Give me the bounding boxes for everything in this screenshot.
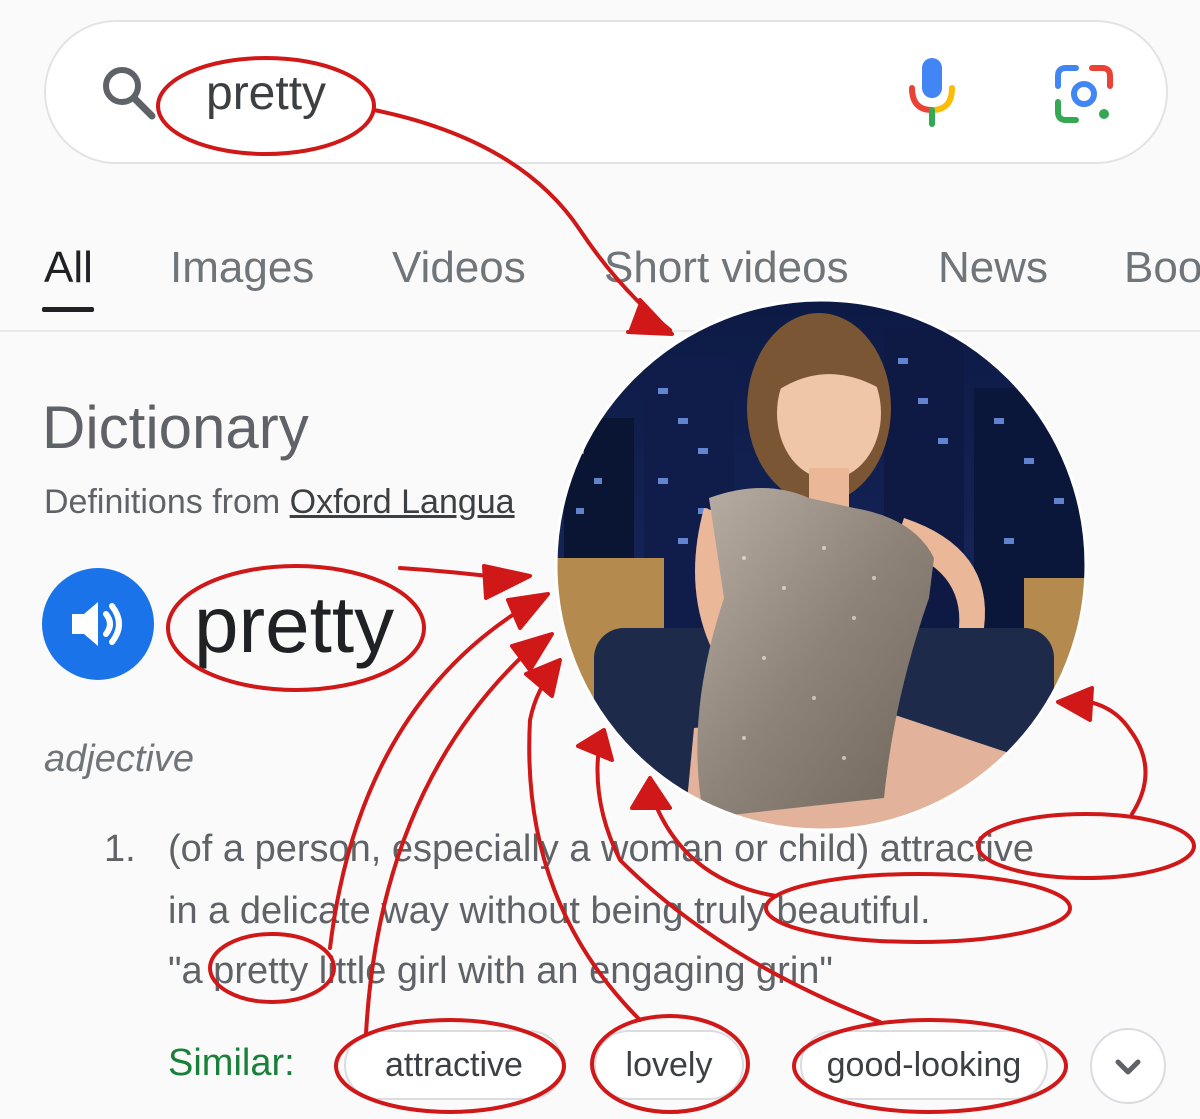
annotation-circle-word (166, 564, 426, 692)
annotation-arrow-search (372, 108, 672, 332)
annotation-circle-chip-attractive (334, 1018, 566, 1114)
annotation-circle-search (156, 56, 376, 156)
annotation-circle-chip-good (792, 1018, 1068, 1114)
annotation-circle-truly-beautiful (764, 872, 1072, 944)
annotation-circle-attractive (976, 812, 1196, 880)
annotation-circle-chip-lovely (590, 1014, 750, 1114)
annotation-overlay (156, 56, 1196, 1114)
annotation-circle-example (208, 932, 336, 1004)
